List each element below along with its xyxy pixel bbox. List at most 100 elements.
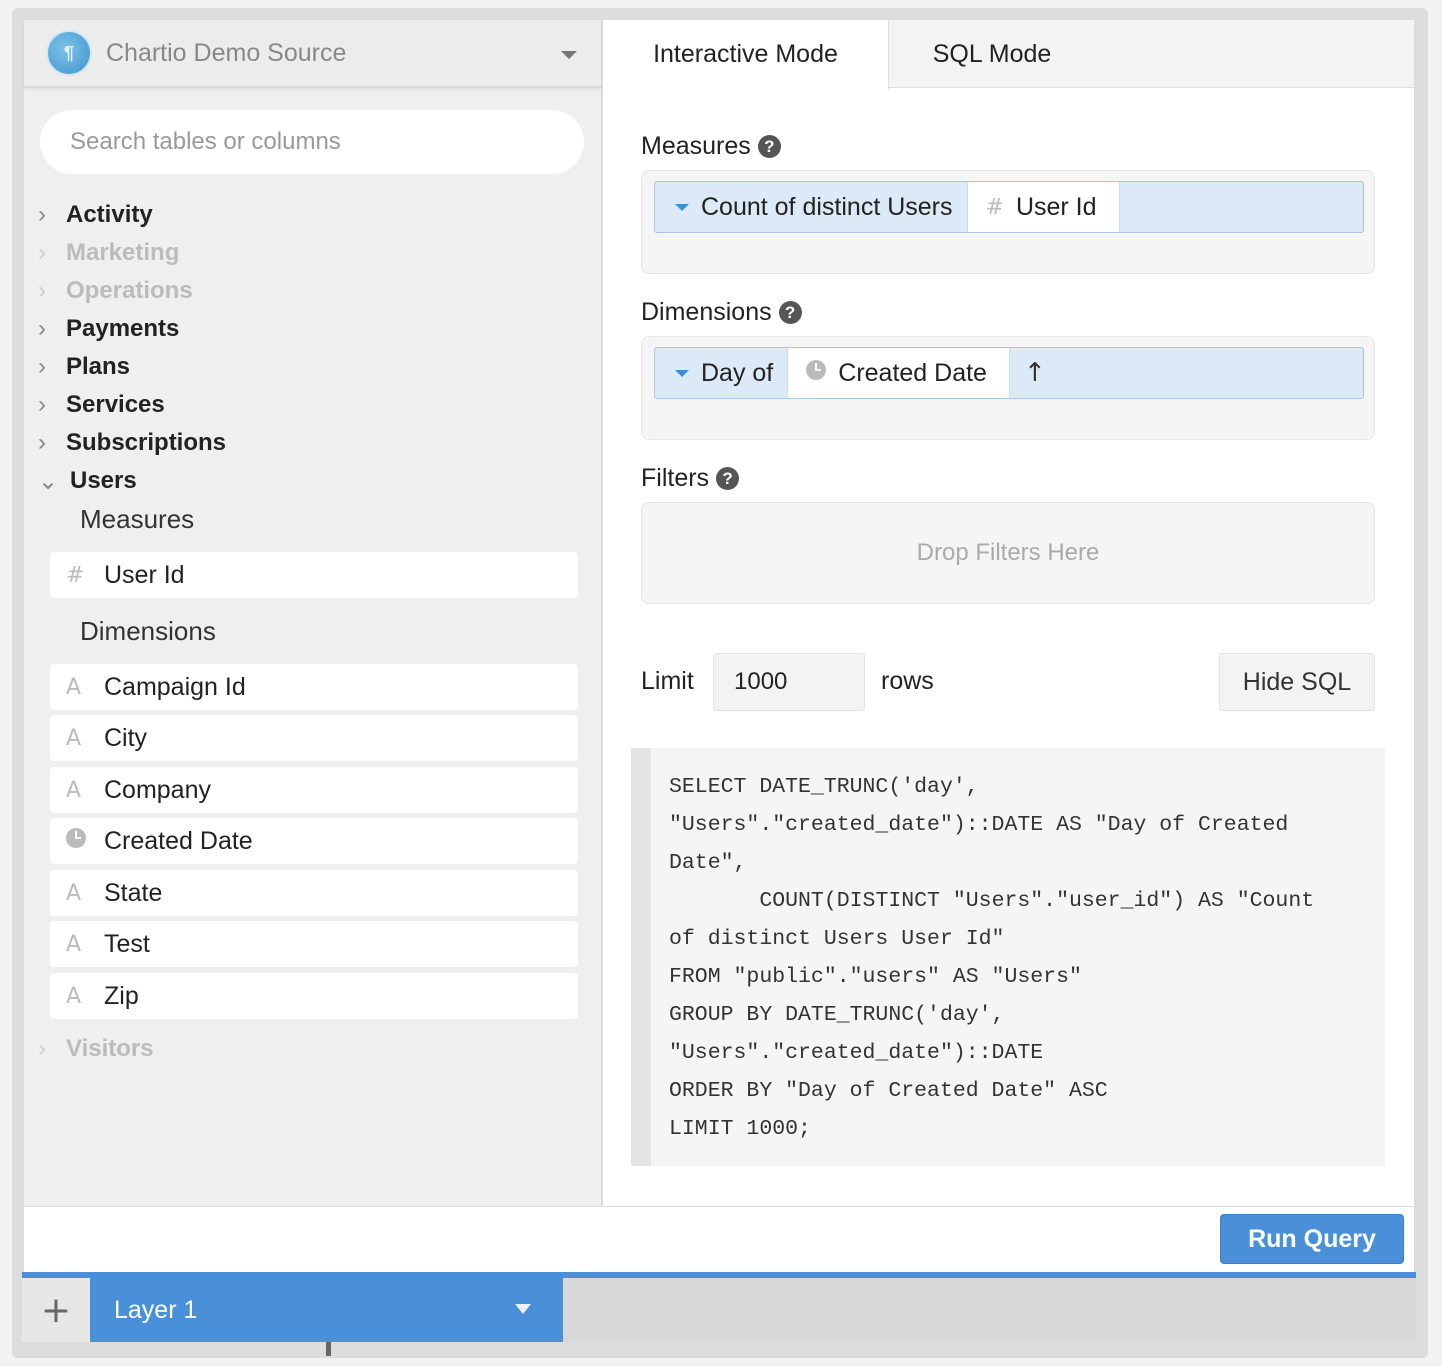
- dimension-aggregate[interactable]: Day of: [701, 359, 773, 388]
- clock-icon: [806, 360, 827, 386]
- dimensions-dropzone[interactable]: Day of Created Date ↑: [641, 336, 1375, 440]
- schema-sidebar: ¶ Chartio Demo Source › Activity › Marke…: [24, 20, 602, 1206]
- tree-item-users[interactable]: ⌄ Users: [38, 462, 137, 500]
- tab-interactive-mode[interactable]: Interactive Mode: [603, 20, 889, 89]
- chevron-right-icon: ›: [38, 391, 46, 418]
- chevron-right-icon: ›: [38, 1035, 46, 1062]
- filters-heading: Filters ?: [641, 464, 740, 493]
- sort-ascending-icon[interactable]: ↑: [1024, 358, 1046, 388]
- tree-item-label: Activity: [66, 201, 153, 228]
- tree-item-activity[interactable]: › Activity: [38, 196, 153, 234]
- field-label: Company: [104, 775, 211, 804]
- source-logo-icon: ¶: [46, 30, 92, 76]
- tree-item-visitors[interactable]: › Visitors: [38, 1030, 154, 1068]
- measures-dropzone[interactable]: Count of distinct Users # User Id: [641, 170, 1375, 274]
- help-icon[interactable]: ?: [778, 301, 802, 324]
- limit-label: Limit: [641, 667, 694, 695]
- sql-text: SELECT DATE_TRUNC('day', "Users"."create…: [669, 775, 1315, 1141]
- tree-item-services[interactable]: › Services: [38, 386, 165, 424]
- source-name: Chartio Demo Source: [106, 38, 347, 67]
- measures-heading-text: Measures: [641, 132, 751, 160]
- source-logo-glyph: ¶: [63, 42, 74, 63]
- query-footer: Run Query: [24, 1206, 1414, 1272]
- dimensions-heading: Dimensions ?: [641, 298, 802, 327]
- measure-field[interactable]: # User Id: [966, 182, 1120, 232]
- caret-down-icon[interactable]: [561, 51, 577, 59]
- number-icon: #: [66, 562, 85, 588]
- text-icon: A: [66, 983, 82, 1009]
- layer-bar: + Layer 1: [22, 1272, 1416, 1342]
- field-label: City: [104, 723, 148, 752]
- tree-item-label: Marketing: [66, 239, 180, 266]
- filters-heading-text: Filters: [641, 464, 710, 492]
- tree-item-subscriptions[interactable]: › Subscriptions: [38, 424, 226, 462]
- tree-item-label: Operations: [66, 277, 193, 304]
- text-icon: A: [66, 725, 82, 751]
- tree-item-plans[interactable]: › Plans: [38, 348, 130, 386]
- caret-down-icon[interactable]: [675, 369, 689, 377]
- text-icon: A: [66, 777, 82, 803]
- caret-down-icon[interactable]: [675, 203, 689, 211]
- dimensions-heading-text: Dimensions: [641, 298, 772, 326]
- field-label: Test: [104, 929, 150, 958]
- tree-item-label: Users: [70, 467, 137, 494]
- users-measures-heading: Measures: [80, 504, 195, 534]
- field-campaign-id[interactable]: A Campaign Id: [50, 664, 578, 710]
- field-label: Zip: [104, 981, 139, 1010]
- tab-sql-mode[interactable]: SQL Mode: [889, 20, 1095, 89]
- help-icon[interactable]: ?: [716, 467, 740, 490]
- filters-dropzone[interactable]: Drop Filters Here: [641, 502, 1375, 604]
- field-test[interactable]: A Test: [50, 921, 578, 967]
- help-icon[interactable]: ?: [757, 135, 781, 158]
- filters-placeholder: Drop Filters Here: [916, 539, 1100, 566]
- measure-aggregate[interactable]: Count of distinct Users: [701, 193, 953, 222]
- tree-item-operations[interactable]: › Operations: [38, 272, 193, 310]
- dimension-pill[interactable]: Day of Created Date ↑: [654, 347, 1364, 399]
- tree-item-label: Subscriptions: [66, 429, 227, 456]
- field-user-id[interactable]: # User Id: [50, 552, 578, 598]
- chevron-right-icon: ›: [38, 239, 46, 266]
- measure-pill[interactable]: Count of distinct Users # User Id: [654, 181, 1364, 233]
- field-zip[interactable]: A Zip: [50, 973, 578, 1019]
- measure-field-label: User Id: [1015, 192, 1097, 221]
- search-input[interactable]: [40, 110, 584, 174]
- chevron-down-icon: ⌄: [38, 467, 59, 495]
- data-source-selector[interactable]: ¶ Chartio Demo Source: [24, 20, 601, 88]
- tree-item-label: Payments: [66, 315, 180, 342]
- layer-tab-label: Layer 1: [114, 1295, 198, 1324]
- field-label: Created Date: [104, 826, 253, 855]
- field-created-date[interactable]: Created Date: [50, 818, 578, 864]
- tree-item-label: Plans: [66, 353, 131, 380]
- caret-down-icon[interactable]: [515, 1304, 531, 1314]
- tree-item-label: Visitors: [66, 1035, 154, 1062]
- users-dimensions-heading: Dimensions: [80, 616, 216, 646]
- hide-sql-button[interactable]: Hide SQL: [1219, 653, 1375, 711]
- tree-item-marketing[interactable]: › Marketing: [38, 234, 179, 272]
- dimension-field[interactable]: Created Date: [787, 348, 1010, 398]
- field-city[interactable]: A City: [50, 715, 578, 761]
- chevron-right-icon: ›: [38, 201, 46, 228]
- chevron-right-icon: ›: [38, 277, 46, 304]
- limit-row: Limit rows Hide SQL: [641, 653, 1375, 711]
- chevron-right-icon: ›: [38, 315, 46, 342]
- field-label: Campaign Id: [104, 672, 246, 701]
- layer-tab[interactable]: Layer 1: [90, 1278, 563, 1342]
- chevron-right-icon: ›: [38, 353, 46, 380]
- measures-heading: Measures ?: [641, 132, 781, 161]
- query-builder-panel: Interactive Mode SQL Mode Measures ? Cou…: [603, 20, 1414, 1206]
- chevron-right-icon: ›: [38, 429, 46, 456]
- text-icon: A: [66, 674, 82, 700]
- run-query-button[interactable]: Run Query: [1220, 1214, 1404, 1264]
- sql-preview: SELECT DATE_TRUNC('day', "Users"."create…: [631, 748, 1385, 1166]
- limit-input[interactable]: [713, 653, 865, 711]
- tree-item-payments[interactable]: › Payments: [38, 310, 179, 348]
- field-label: User Id: [104, 560, 185, 589]
- rows-label: rows: [881, 667, 934, 695]
- text-icon: A: [66, 880, 82, 906]
- add-layer-button[interactable]: +: [22, 1278, 90, 1342]
- clock-icon: [66, 828, 104, 854]
- plus-icon: +: [40, 1289, 72, 1331]
- number-icon: #: [985, 194, 1004, 220]
- field-company[interactable]: A Company: [50, 767, 578, 813]
- field-state[interactable]: A State: [50, 870, 578, 916]
